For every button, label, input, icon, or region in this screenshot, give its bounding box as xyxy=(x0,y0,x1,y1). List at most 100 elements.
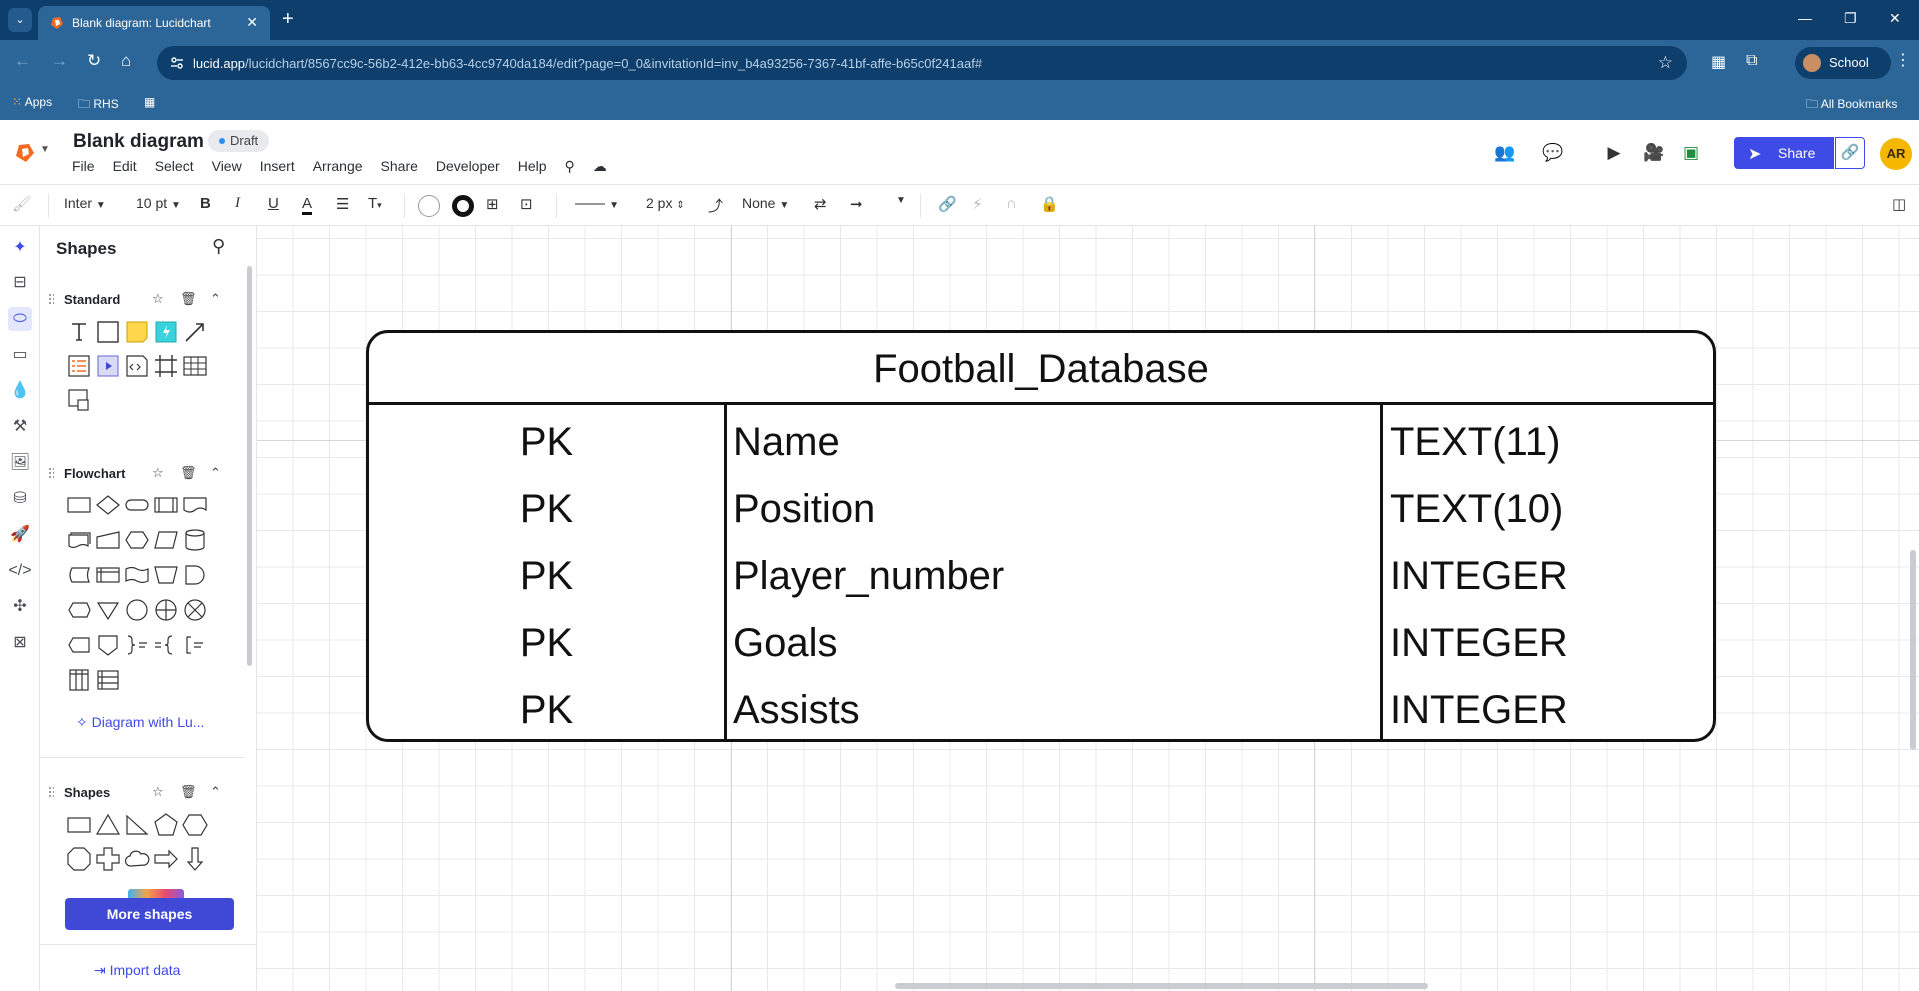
block-arrow-right-icon[interactable] xyxy=(152,845,180,873)
fill-color-button[interactable] xyxy=(418,195,440,217)
menu-insert[interactable]: Insert xyxy=(260,158,295,174)
feature-find-icon[interactable]: ⚲ xyxy=(565,158,575,174)
tab-search-button[interactable]: ⌄ xyxy=(8,8,32,32)
text-color-button[interactable]: A xyxy=(302,195,313,215)
cloud-save-icon[interactable]: ☁ xyxy=(593,158,607,174)
menu-edit[interactable]: Edit xyxy=(113,158,137,174)
multi-document-icon[interactable] xyxy=(65,526,93,554)
menu-view[interactable]: View xyxy=(212,158,242,174)
internal-storage-icon[interactable] xyxy=(94,561,122,589)
triangle-shape-icon[interactable] xyxy=(94,811,122,839)
home-icon[interactable]: ⌂ xyxy=(121,51,131,71)
entity-row[interactable]: PK Player_number INTEGER xyxy=(369,544,1713,611)
lucid-logo-icon[interactable] xyxy=(14,142,36,164)
menu-file[interactable]: File xyxy=(72,158,95,174)
image-icon[interactable]: 🖼 xyxy=(8,451,32,475)
entity-title[interactable]: Football_Database xyxy=(369,333,1713,405)
rocket-icon[interactable]: 🚀 xyxy=(8,523,32,547)
fill-drop-icon[interactable]: 💧 xyxy=(8,379,32,403)
document-shape-icon[interactable] xyxy=(181,491,209,519)
action-bolt-icon[interactable]: ⚡ xyxy=(972,195,983,213)
entity-row[interactable]: PK Goals INTEGER xyxy=(369,611,1713,678)
bookmark-apps[interactable]: ⁙ Apps xyxy=(12,95,52,109)
lock-icon[interactable]: 🔒 xyxy=(1040,195,1059,213)
ai-sparkle-icon[interactable]: ✦ xyxy=(8,236,32,260)
container-shape-icon[interactable] xyxy=(65,386,93,414)
shape-style-icon[interactable]: ⊡ xyxy=(520,195,533,213)
menu-share[interactable]: Share xyxy=(381,158,418,174)
collaborators-icon[interactable]: 👥 xyxy=(1494,142,1516,164)
chevron-down-icon[interactable]: ▼ xyxy=(896,195,906,206)
underline-button[interactable]: U xyxy=(268,195,279,212)
vertical-scrollbar[interactable] xyxy=(1910,550,1916,750)
swimlane-vertical-icon[interactable] xyxy=(65,666,93,694)
site-info-icon[interactable] xyxy=(169,55,185,71)
merge-shape-icon[interactable] xyxy=(94,596,122,624)
right-panel-toggle-icon[interactable]: ◫ xyxy=(1892,195,1906,213)
bookmark-rhs[interactable]: 🗀 RHS xyxy=(78,95,119,116)
database-icon[interactable]: ⛁ xyxy=(8,487,32,511)
manual-operation-icon[interactable] xyxy=(152,561,180,589)
trash-icon[interactable]: 🗑 xyxy=(180,465,197,481)
terminator-shape-icon[interactable] xyxy=(123,491,151,519)
paper-tape-icon[interactable] xyxy=(123,561,151,589)
library-header-flowchart[interactable]: Flowchart ☆ 🗑 ⌃ xyxy=(40,462,245,486)
arrow-line-icon[interactable] xyxy=(181,318,209,346)
menu-arrange[interactable]: Arrange xyxy=(313,158,363,174)
profile-button[interactable]: School xyxy=(1795,47,1891,79)
url-field[interactable]: lucid.app/lucidchart/8567cc9c-56b2-412e-… xyxy=(157,46,1687,80)
favorite-star-icon[interactable]: ☆ xyxy=(152,784,164,800)
octagon-shape-icon[interactable] xyxy=(65,845,93,873)
rectangle-shape-icon[interactable] xyxy=(65,811,93,839)
back-icon[interactable]: ← xyxy=(14,51,31,71)
present-icon[interactable]: ▶ xyxy=(1603,142,1625,164)
reload-icon[interactable]: ↻ xyxy=(87,51,101,71)
table-shape-icon[interactable] xyxy=(181,352,209,380)
copy-link-button[interactable]: 🔗 xyxy=(1835,137,1865,169)
text-options-icon[interactable]: T▾ xyxy=(368,195,382,212)
import-image-icon[interactable]: ⊠ xyxy=(8,631,32,655)
connector-shape-icon[interactable] xyxy=(123,596,151,624)
endpoint-select[interactable]: None ▼ xyxy=(742,195,789,211)
magnet-icon[interactable]: ∩ xyxy=(1006,195,1017,212)
avatar[interactable]: AR xyxy=(1880,138,1912,170)
bold-button[interactable]: B xyxy=(200,195,211,212)
library-header-basic-shapes[interactable]: Shapes ☆ 🗑 ⌃ xyxy=(40,781,245,805)
extensions-puzzle-icon[interactable]: ⧉ xyxy=(1746,52,1757,70)
entity-row[interactable]: PK Position TEXT(10) xyxy=(369,477,1713,544)
frame-shape-icon[interactable] xyxy=(152,352,180,380)
code-block-icon[interactable] xyxy=(123,352,151,380)
diagram-with-ai-link[interactable]: ✧ Diagram with Lu... xyxy=(76,714,204,731)
cross-shape-icon[interactable] xyxy=(94,845,122,873)
database-shape-icon[interactable] xyxy=(181,526,209,554)
menu-select[interactable]: Select xyxy=(155,158,194,174)
block-arrow-down-icon[interactable] xyxy=(181,845,209,873)
pentagon-shape-icon[interactable] xyxy=(152,811,180,839)
browser-menu-icon[interactable]: ⋮ xyxy=(1895,50,1911,70)
horizontal-scrollbar[interactable] xyxy=(895,983,1428,989)
video-call-icon[interactable]: 🎥 xyxy=(1643,142,1665,164)
menu-help[interactable]: Help xyxy=(518,158,547,174)
bookmark-star-icon[interactable]: ☆ xyxy=(1658,53,1673,73)
stored-data-icon[interactable] xyxy=(65,561,93,589)
favorite-star-icon[interactable]: ☆ xyxy=(152,291,164,307)
format-painter-icon[interactable]: 🖌 xyxy=(12,195,31,213)
panel-scrollbar[interactable] xyxy=(247,266,252,666)
font-family-select[interactable]: Inter ▼ xyxy=(64,195,106,211)
line-style-select[interactable]: —— ▼ xyxy=(575,195,619,212)
right-triangle-icon[interactable] xyxy=(123,811,151,839)
shapes-icon[interactable]: ⬭ xyxy=(8,307,32,331)
chevron-down-icon[interactable]: ▼ xyxy=(40,144,50,155)
display-shape-icon[interactable] xyxy=(65,596,93,624)
forward-icon[interactable]: → xyxy=(51,51,68,71)
browser-tab[interactable]: Blank diagram: Lucidchart ✕ xyxy=(38,6,270,40)
restore-icon[interactable]: ❐ xyxy=(1844,10,1857,27)
favorite-star-icon[interactable]: ☆ xyxy=(152,465,164,481)
decision-shape-icon[interactable] xyxy=(94,491,122,519)
preparation-shape-icon[interactable] xyxy=(123,526,151,554)
extension-grid-icon[interactable]: ▦ xyxy=(1711,52,1726,72)
templates-icon[interactable]: ⊟ xyxy=(8,271,32,295)
hexagon-shape-icon[interactable] xyxy=(181,811,209,839)
arrow-end-icon[interactable]: ➞ xyxy=(850,195,863,213)
more-shapes-button[interactable]: More shapes xyxy=(65,898,234,930)
